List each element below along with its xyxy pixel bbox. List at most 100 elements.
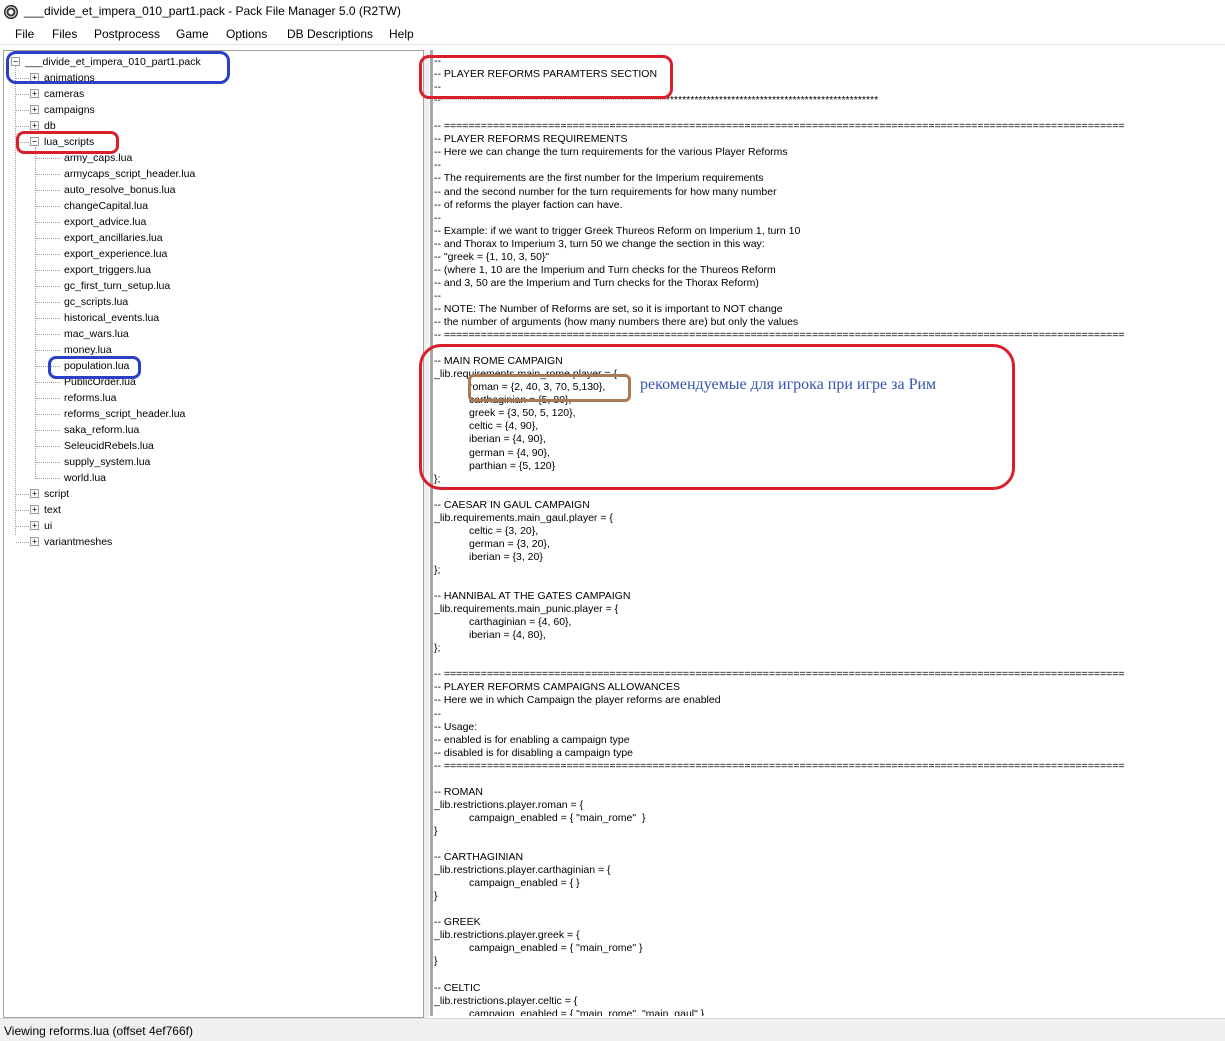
tree-file[interactable]: auto_resolve_bonus.lua [64,183,176,197]
tree-file[interactable]: reforms.lua [64,391,117,405]
tree-file[interactable]: gc_scripts.lua [64,295,128,309]
code-line: german = {3, 20}, [434,537,550,550]
window-title: ___divide_et_impera_010_part1.pack - Pac… [24,4,401,18]
tree-folder[interactable]: ui [44,519,52,533]
expand-toggle[interactable]: + [30,537,39,546]
tree-guide-line [16,494,29,495]
highlight-lua-scripts [16,131,119,154]
code-line: campaign_enabled = { "main_rome" } [434,942,643,955]
tree-guide-line [16,542,29,543]
tree-file[interactable]: saka_reform.lua [64,423,139,437]
tree-file[interactable]: reforms_script_header.lua [64,407,185,421]
tree-folder[interactable]: cameras [44,87,84,101]
code-line: -- CARTHAGINIAN [434,851,524,864]
code-line: campaign_enabled = { } [434,877,580,890]
highlight-section-title [419,55,673,99]
tree-file[interactable]: export_advice.lua [64,215,146,229]
tree-file[interactable]: export_experience.lua [64,247,167,261]
highlight-pack-root [6,51,230,84]
tree-folder[interactable]: script [44,487,69,501]
code-line: -- =====================================… [434,120,1125,133]
status-text: Viewing reforms.lua (offset 4ef766f) [4,1024,193,1038]
tree-guide-line [36,334,60,335]
code-line: iberian = {3, 20} [434,550,543,563]
menu-file[interactable]: File [15,27,34,41]
tree-guide-line [36,206,60,207]
code-line: }; [434,642,441,655]
code-line: -- The requirements are the first number… [434,172,764,185]
tree-guide-line [36,158,60,159]
code-line: -- =====================================… [434,759,1125,772]
code-line: -- [434,211,441,224]
tree-guide-line [36,190,60,191]
expand-toggle[interactable]: + [30,505,39,514]
tree-guide-line [16,526,29,527]
tree-guide-line [36,286,60,287]
tree-folder[interactable]: text [44,503,61,517]
code-line: -- "greek = {1, 10, 3, 50}" [434,250,550,263]
viewer-border [430,50,433,1016]
menu-db-descriptions[interactable]: DB Descriptions [287,27,373,41]
code-line: -- disabled is for disabling a campaign … [434,746,634,759]
tree-file[interactable]: money.lua [64,343,112,357]
title-bar: ___divide_et_impera_010_part1.pack - Pac… [0,0,1225,24]
code-line: -- Here we can change the turn requireme… [434,146,788,159]
tree-file[interactable]: historical_events.lua [64,311,159,325]
expand-toggle[interactable]: + [30,121,39,130]
highlight-population [48,356,141,379]
code-line: _lib.requirements.main_gaul.player = { [434,511,613,524]
tree-guide-line [36,302,60,303]
code-line: _lib.requirements.main_punic.player = { [434,603,619,616]
tree-file[interactable]: export_ancillaries.lua [64,231,163,245]
tree-guide-line [36,382,60,383]
code-line: -- PLAYER REFORMS CAMPAIGNS ALLOWANCES [434,681,681,694]
tree-guide-line [36,430,60,431]
menu-bar: File Files Postprocess Game Options DB D… [0,24,1225,45]
file-tree[interactable]: − ___divide_et_impera_010_part1.pack + anim… [3,50,424,1018]
code-line: } [434,955,438,968]
tree-file[interactable]: SeleucidRebels.lua [64,439,154,453]
menu-files[interactable]: Files [52,27,77,41]
menu-game[interactable]: Game [176,27,209,41]
code-line: iberian = {4, 80}, [434,629,546,642]
code-line: -- [434,707,441,720]
code-line: -- and Thorax to Imperium 3, turn 50 we … [434,237,765,250]
tree-file[interactable]: mac_wars.lua [64,327,129,341]
expand-toggle[interactable]: + [30,89,39,98]
tree-folder[interactable]: campaigns [44,103,95,117]
menu-help[interactable]: Help [389,27,414,41]
code-line: -- the number of arguments (how many num… [434,316,799,328]
file-viewer[interactable]: -- -- PLAYER REFORMS PARAMTERS SECTION -- -… [430,50,1225,1016]
tree-guide-line [36,350,60,351]
tree-folder[interactable]: variantmeshes [44,535,112,549]
tree-file[interactable]: gc_first_turn_setup.lua [64,279,170,293]
code-line: -- =====================================… [434,329,1125,342]
tree-guide-line [36,270,60,271]
code-line: -- Example: if we want to trigger Greek … [434,224,801,237]
expand-toggle[interactable]: + [30,105,39,114]
code-line: _lib.restrictions.player.roman = { [434,798,584,811]
code-line: -- PLAYER REFORMS REQUIREMENTS [434,133,628,146]
tree-file[interactable]: changeCapital.lua [64,199,148,213]
expand-toggle[interactable]: + [30,521,39,530]
menu-postprocess[interactable]: Postprocess [94,27,160,41]
tree-guide-line [36,222,60,223]
code-line: carthaginian = {4, 60}, [434,616,572,629]
code-line: -- ROMAN [434,785,483,798]
code-line: -- CAESAR IN GAUL CAMPAIGN [434,498,590,511]
menu-options[interactable]: Options [226,27,267,41]
code-line: -- CELTIC [434,981,481,994]
tree-guide-line [36,318,60,319]
code-line: -- GREEK [434,916,481,929]
code-line: _lib.restrictions.player.celtic = { [434,994,578,1007]
code-line: -- NOTE: The Number of Reforms are set, … [434,302,783,315]
code-line: -- enabled is for enabling a campaign ty… [434,733,630,746]
highlight-roman-line [468,374,631,402]
tree-file[interactable]: world.lua [64,471,106,485]
expand-toggle[interactable]: + [30,489,39,498]
status-bar: Viewing reforms.lua (offset 4ef766f) [0,1018,1225,1041]
tree-file[interactable]: export_triggers.lua [64,263,151,277]
tree-file[interactable]: supply_system.lua [64,455,150,469]
tree-file[interactable]: armycaps_script_header.lua [64,167,195,181]
pane-splitter[interactable] [424,50,429,1018]
